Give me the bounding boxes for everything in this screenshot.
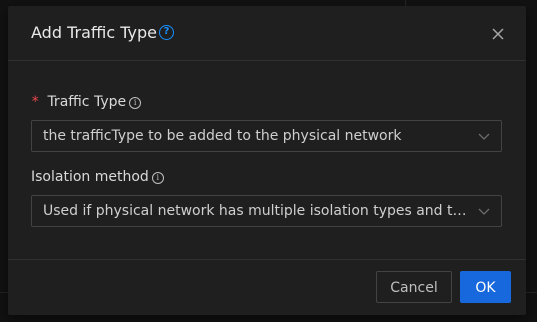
close-icon	[492, 28, 504, 40]
chevron-down-icon	[478, 208, 490, 215]
close-button[interactable]	[488, 24, 508, 44]
ok-button[interactable]: OK	[460, 271, 511, 303]
cancel-button[interactable]: Cancel	[376, 271, 452, 303]
isolation-method-label-text: Isolation method	[31, 169, 149, 185]
dialog-title: Add Traffic Type	[31, 23, 157, 42]
traffic-type-select[interactable]: the trafficType to be added to the physi…	[31, 120, 502, 152]
isolation-method-select[interactable]: Used if physical network has multiple is…	[31, 195, 502, 227]
info-circle-icon[interactable]: i	[129, 97, 142, 109]
chevron-down-icon	[478, 133, 490, 140]
question-circle-icon[interactable]: ?	[159, 25, 174, 40]
info-circle-icon[interactable]: i	[151, 172, 164, 184]
dialog-header: Add Traffic Type ?	[8, 6, 526, 61]
isolation-method-label: Isolation method i	[31, 167, 164, 187]
traffic-type-label: * Traffic Type i	[31, 92, 142, 112]
traffic-type-label-text: Traffic Type	[47, 94, 127, 110]
isolation-method-placeholder: Used if physical network has multiple is…	[43, 203, 469, 219]
dialog-footer: Cancel OK	[8, 259, 526, 315]
add-traffic-type-dialog: Add Traffic Type ? * Traffic Type i the tr…	[8, 6, 526, 315]
dialog-body: * Traffic Type i the trafficType to be add…	[8, 61, 526, 261]
required-mark: *	[31, 94, 40, 110]
traffic-type-placeholder: the trafficType to be added to the physi…	[43, 128, 402, 144]
